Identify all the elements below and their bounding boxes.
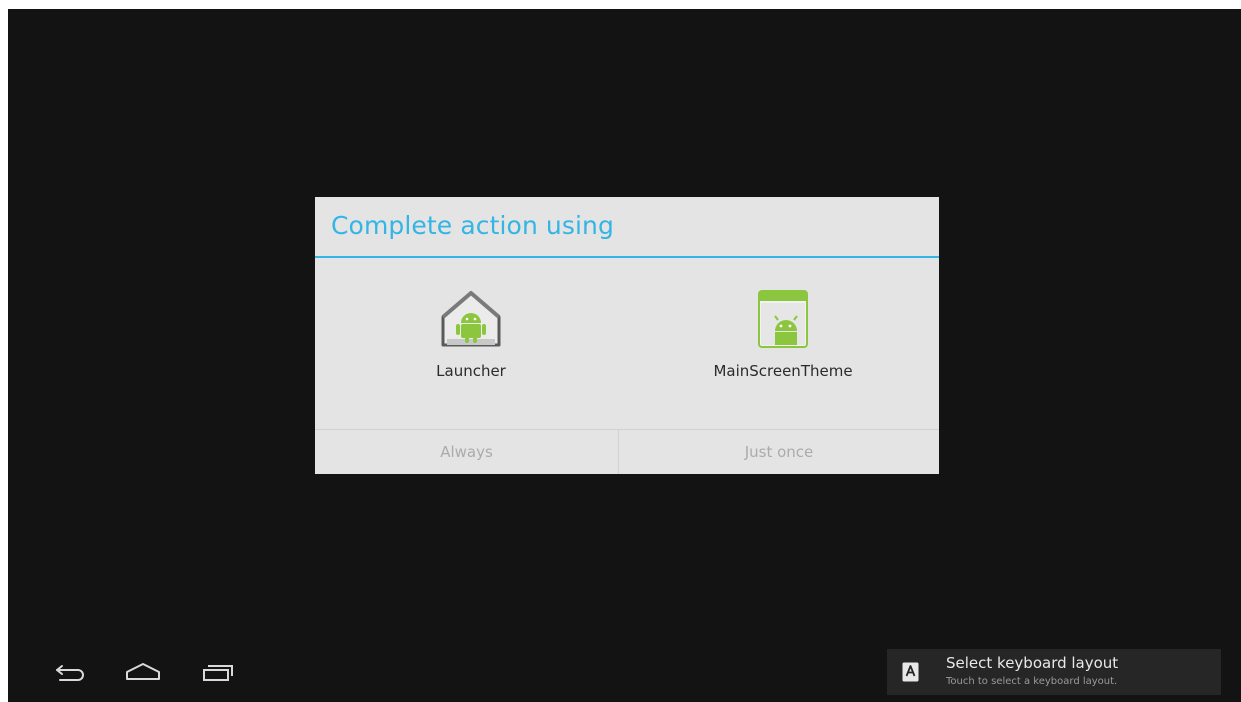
dialog-title: Complete action using bbox=[331, 211, 614, 240]
android-screen: Complete action using Launcher MainScree… bbox=[8, 9, 1241, 702]
app-label-launcher: Launcher bbox=[436, 362, 506, 380]
back-button[interactable] bbox=[51, 657, 91, 687]
app-label-mainscreentheme: MainScreenTheme bbox=[713, 362, 853, 380]
home-button[interactable] bbox=[123, 657, 163, 687]
dialog-title-divider bbox=[315, 256, 939, 258]
keyboard-icon bbox=[902, 662, 919, 682]
app-option-mainscreentheme[interactable]: MainScreenTheme bbox=[627, 287, 939, 397]
keyboard-layout-notification[interactable]: Select keyboard layout Touch to select a… bbox=[887, 649, 1221, 695]
home-icon bbox=[126, 663, 160, 680]
back-icon bbox=[56, 665, 84, 681]
recent-apps-icon bbox=[203, 665, 233, 681]
always-button[interactable]: Always bbox=[315, 430, 618, 474]
app-option-launcher[interactable]: Launcher bbox=[315, 287, 627, 397]
dialog-button-bar: Always Just once bbox=[315, 429, 939, 474]
chooser-dialog: Complete action using Launcher MainScree… bbox=[315, 197, 939, 474]
just-once-button[interactable]: Just once bbox=[619, 430, 939, 474]
mainscreentheme-app-icon bbox=[758, 290, 808, 348]
launcher-app-icon bbox=[441, 291, 501, 347]
notification-subtitle: Touch to select a keyboard layout. bbox=[946, 676, 1118, 687]
notification-title: Select keyboard layout bbox=[946, 654, 1119, 672]
recent-apps-button[interactable] bbox=[199, 657, 239, 687]
